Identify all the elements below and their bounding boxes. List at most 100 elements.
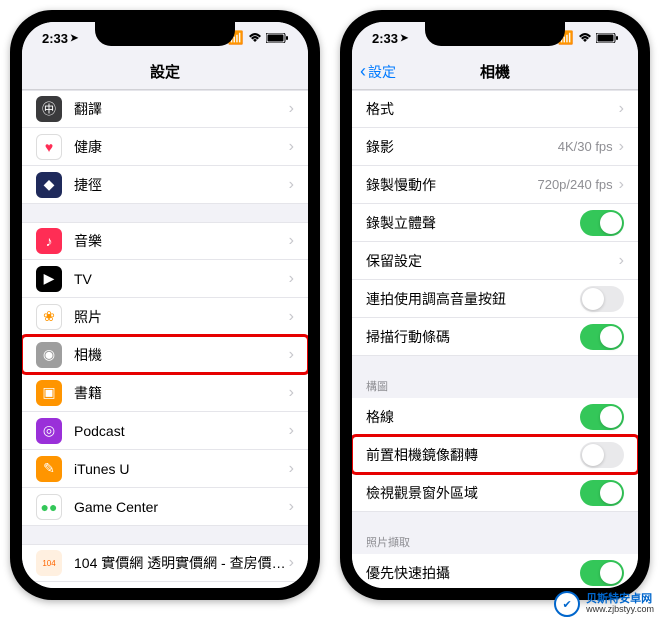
section-header: 照片擷取	[352, 530, 638, 554]
settings-row[interactable]: ♥ 健康›	[22, 128, 308, 166]
app-icon: ●●	[36, 494, 62, 520]
settings-row[interactable]: 錄影4K/30 fps ›	[352, 128, 638, 166]
row-label: 104 實價網 透明實價網 - 查房價？實...	[74, 553, 289, 573]
settings-row[interactable]: ▶ TV›	[22, 260, 308, 298]
app-icon: ㊥	[36, 96, 62, 122]
section-header: 構圖	[352, 374, 638, 398]
row-label: 翻譯	[74, 99, 289, 119]
settings-row[interactable]: ◆ 捷徑›	[22, 166, 308, 204]
row-label: 音樂	[74, 231, 289, 251]
chevron-right-icon: ›	[289, 176, 294, 194]
notch	[425, 22, 565, 46]
navbar: 設定	[22, 54, 308, 90]
settings-row[interactable]: ◎Podcast›	[22, 412, 308, 450]
row-label: 格線	[366, 407, 580, 427]
row-label: 前置相機鏡像翻轉	[366, 445, 580, 465]
settings-row[interactable]: ◉ 相機›	[22, 336, 308, 374]
toggle-switch[interactable]	[580, 210, 624, 236]
settings-row[interactable]: ✎iTunes U›	[22, 450, 308, 488]
row-label: 捷徑	[74, 175, 289, 195]
chevron-right-icon: ›	[289, 138, 294, 156]
app-icon: ▶	[36, 266, 62, 292]
settings-row[interactable]: ▣書籍›	[22, 374, 308, 412]
toggle-switch[interactable]	[580, 560, 624, 586]
app-icon: ▣	[36, 380, 62, 406]
row-label: 錄製慢動作	[366, 175, 537, 195]
navbar: ‹ 設定 相機	[352, 54, 638, 90]
toggle-knob	[600, 212, 622, 234]
settings-row[interactable]: ❀照片›	[22, 298, 308, 336]
row-detail: 720p/240 fps	[537, 177, 612, 192]
settings-row[interactable]: 連拍使用調高音量按鈕	[352, 280, 638, 318]
chevron-right-icon: ›	[619, 138, 624, 156]
phone-right: 2:33 ➤ 📶 ‹ 設定 相機 格式›錄影4K/30 fps›錄製慢動作720…	[340, 10, 650, 600]
settings-row[interactable]: ㊥翻譯›	[22, 90, 308, 128]
row-label: 保留設定	[366, 251, 619, 271]
row-label: iTunes U	[74, 461, 289, 477]
watermark-logo-icon: ✔	[554, 591, 580, 617]
chevron-right-icon: ›	[289, 554, 294, 572]
row-label: 優先快速拍攝	[366, 563, 580, 583]
app-icon: ◆	[36, 172, 62, 198]
row-label: 相機	[74, 345, 289, 365]
camera-settings-list[interactable]: 格式›錄影4K/30 fps›錄製慢動作720p/240 fps›錄製立體聲保留…	[352, 90, 638, 588]
settings-row[interactable]: 錄製慢動作720p/240 fps ›	[352, 166, 638, 204]
row-label: 錄製立體聲	[366, 213, 580, 233]
chevron-right-icon: ›	[289, 384, 294, 402]
toggle-knob	[582, 444, 604, 466]
settings-row[interactable]: 優先快速拍攝	[352, 554, 638, 588]
chevron-right-icon: ›	[289, 498, 294, 516]
settings-row[interactable]: 錄製立體聲	[352, 204, 638, 242]
toggle-knob	[600, 326, 622, 348]
row-label: 檢視觀景窗外區域	[366, 483, 580, 503]
settings-row[interactable]: 格式›	[352, 90, 638, 128]
chevron-left-icon: ‹	[360, 61, 366, 82]
toggle-switch[interactable]	[580, 286, 624, 312]
settings-row[interactable]: 格線	[352, 398, 638, 436]
chevron-right-icon: ›	[289, 270, 294, 288]
settings-row[interactable]: ♪ 音樂›	[22, 222, 308, 260]
settings-row[interactable]: 掃描行動條碼	[352, 318, 638, 356]
row-label: 連拍使用調高音量按鈕	[366, 289, 580, 309]
settings-row[interactable]: ●● Game Center›	[22, 488, 308, 526]
settings-row[interactable]: 前置相機鏡像翻轉	[352, 436, 638, 474]
settings-list[interactable]: ㊥翻譯›♥健康›◆捷徑›♪音樂›▶TV›❀照片›◉相機›▣書籍›◎Podcast…	[22, 90, 308, 588]
settings-row[interactable]: 檢視觀景窗外區域	[352, 474, 638, 512]
settings-row[interactable]: •ᴗ•17›	[22, 582, 308, 588]
location-icon: ➤	[400, 33, 408, 44]
app-icon: ◉	[36, 342, 62, 368]
toggle-knob	[600, 406, 622, 428]
row-label: 錄影	[366, 137, 558, 157]
battery-icon	[596, 31, 618, 46]
row-label: TV	[74, 271, 289, 287]
toggle-switch[interactable]	[580, 324, 624, 350]
row-label: 格式	[366, 99, 619, 119]
watermark: ✔ 贝斯特安卓网 www.zjbstyy.com	[554, 591, 654, 617]
chevron-right-icon: ›	[289, 460, 294, 478]
chevron-right-icon: ›	[289, 346, 294, 364]
app-icon: ♪	[36, 228, 62, 254]
row-label: 健康	[74, 137, 289, 157]
row-label: 照片	[74, 307, 289, 327]
row-label: Game Center	[74, 499, 289, 515]
toggle-knob	[600, 482, 622, 504]
wifi-icon	[248, 31, 262, 46]
toggle-switch[interactable]	[580, 404, 624, 430]
app-icon: ♥	[36, 134, 62, 160]
toggle-knob	[600, 562, 622, 584]
settings-row[interactable]: 104104 實價網 透明實價網 - 查房價？實...›	[22, 544, 308, 582]
back-label: 設定	[368, 62, 396, 82]
chevron-right-icon: ›	[619, 100, 624, 118]
toggle-switch[interactable]	[580, 442, 624, 468]
page-title: 相機	[480, 61, 510, 82]
status-time: 2:33	[372, 31, 398, 46]
settings-row[interactable]: 保留設定›	[352, 242, 638, 280]
app-icon: ◎	[36, 418, 62, 444]
row-detail: 4K/30 fps	[558, 139, 613, 154]
back-button[interactable]: ‹ 設定	[360, 61, 396, 82]
chevron-right-icon: ›	[289, 232, 294, 250]
toggle-switch[interactable]	[580, 480, 624, 506]
row-label: 掃描行動條碼	[366, 327, 580, 347]
chevron-right-icon: ›	[619, 176, 624, 194]
location-icon: ➤	[70, 33, 78, 44]
